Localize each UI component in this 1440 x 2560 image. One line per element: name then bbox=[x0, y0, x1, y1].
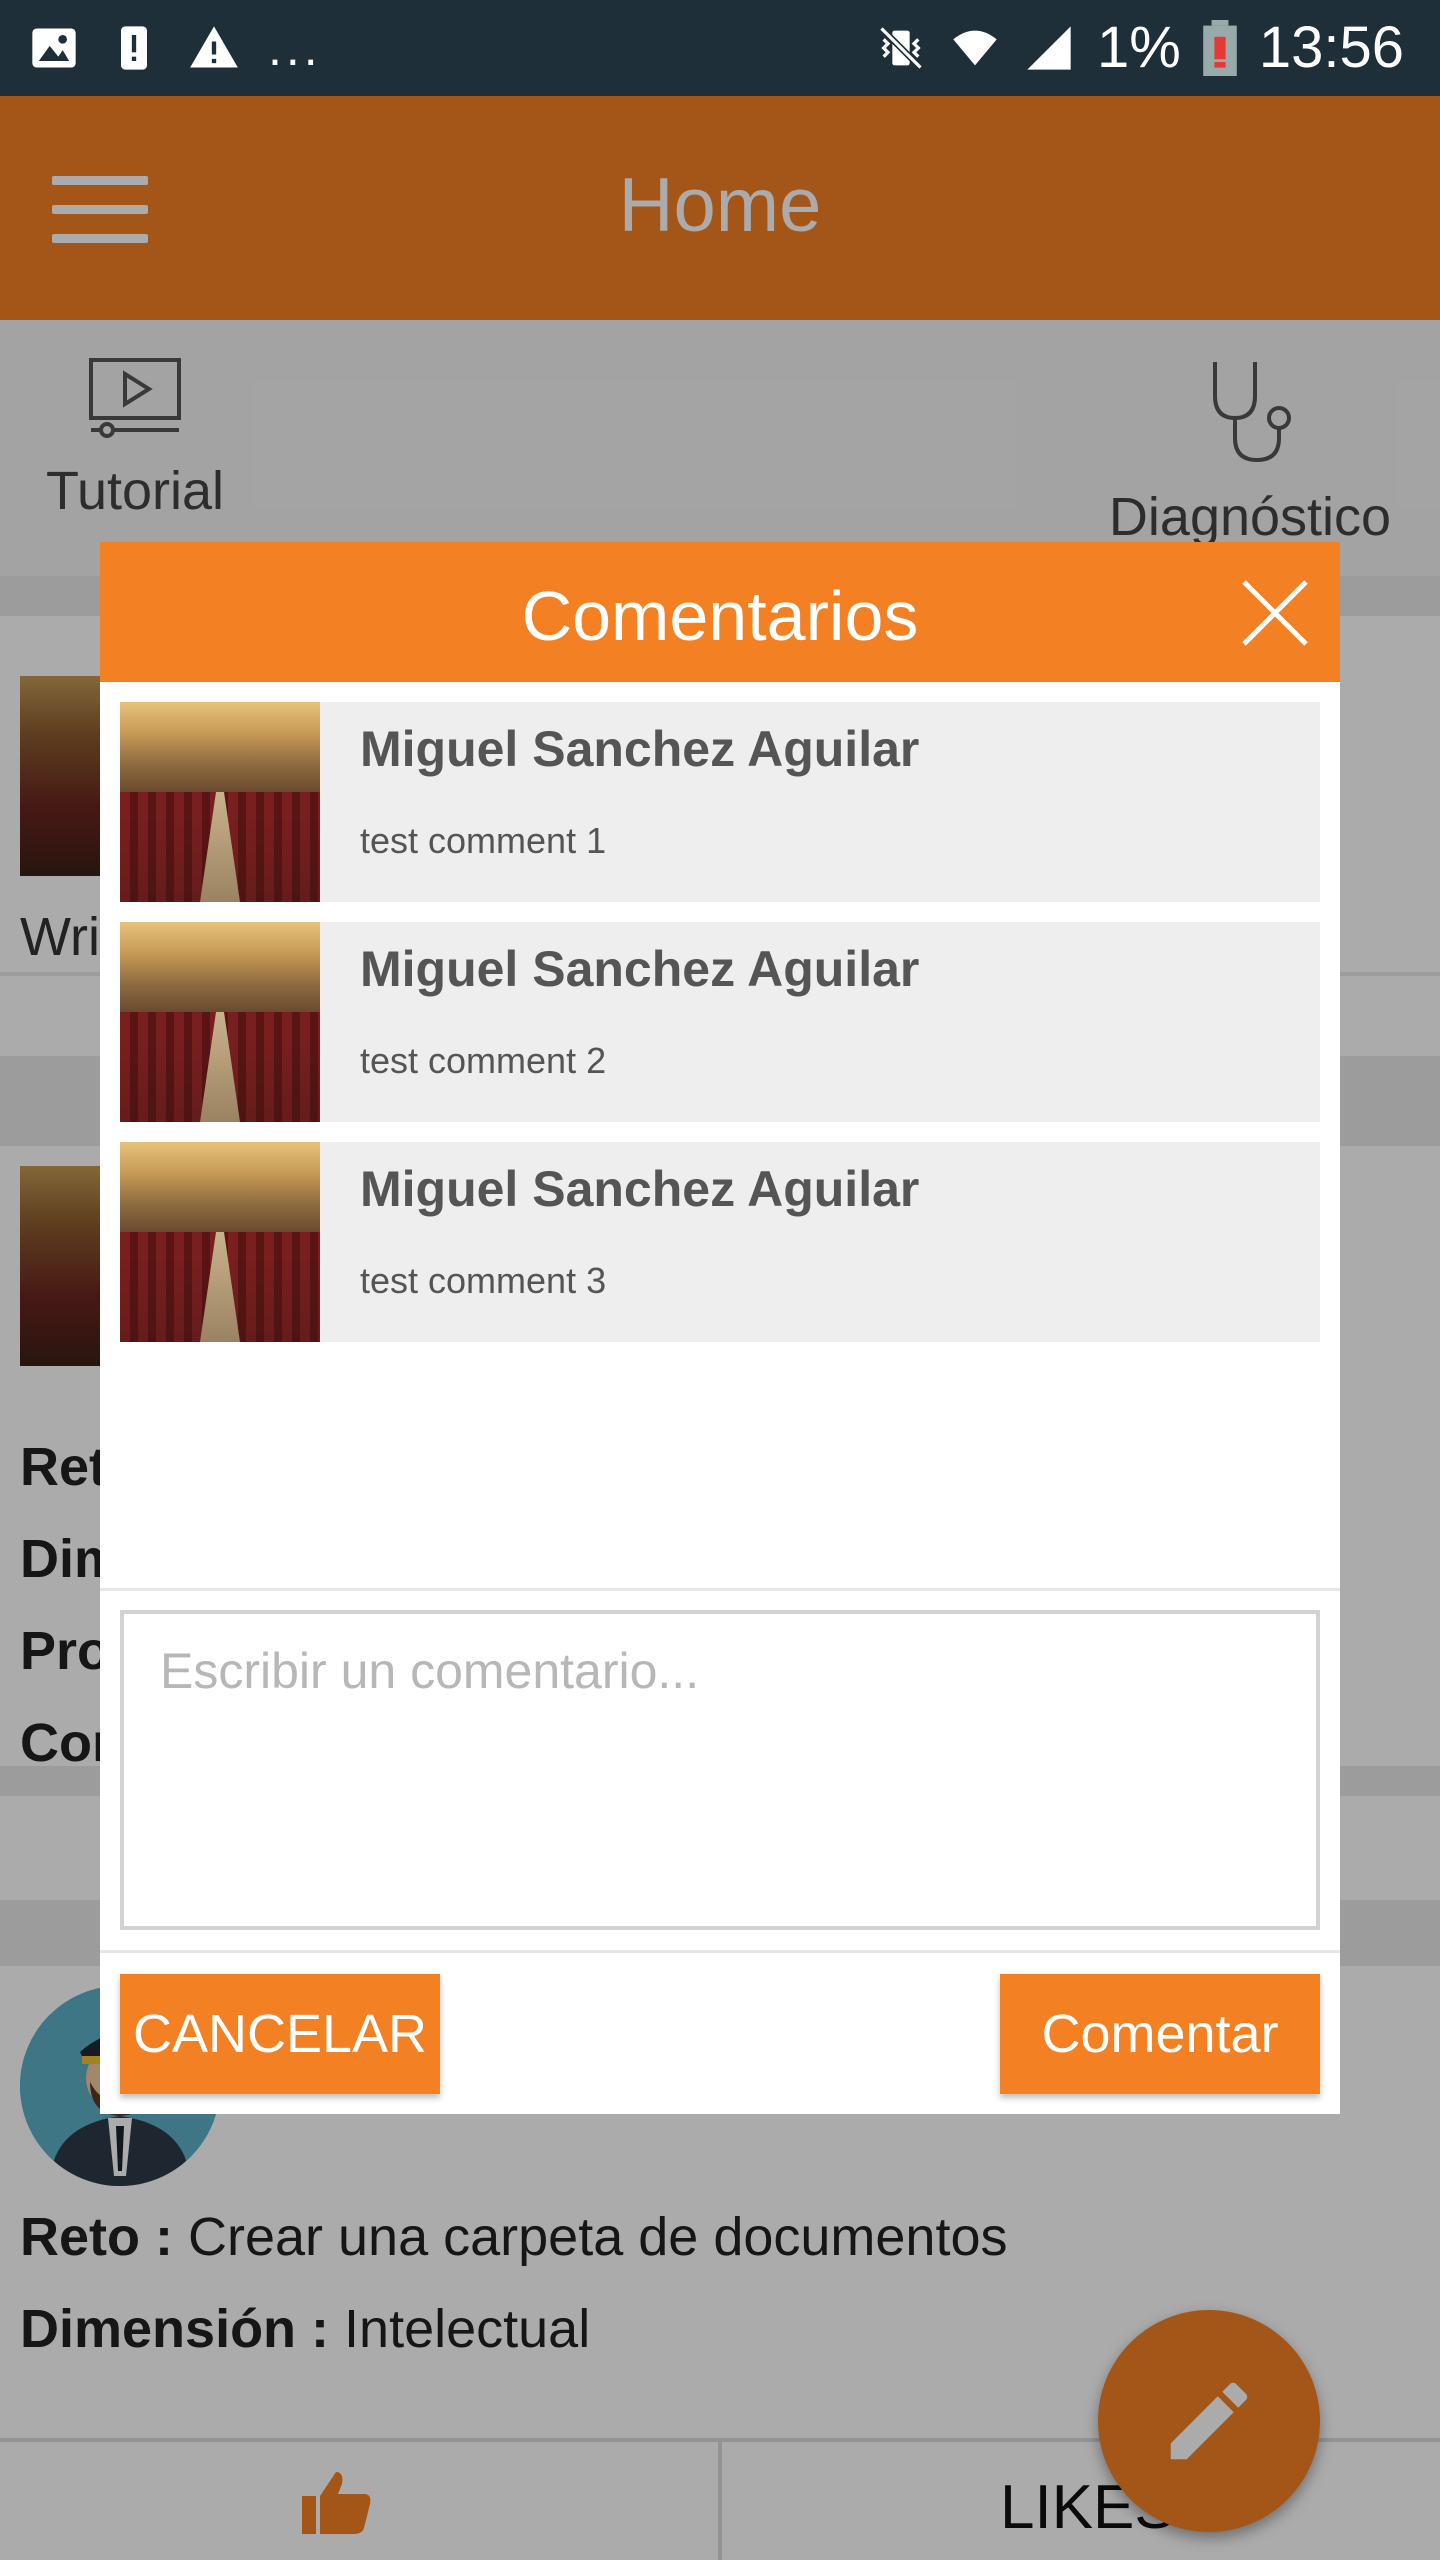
comment-item: Miguel Sanchez Aguilar test comment 2 bbox=[120, 922, 1320, 1122]
warning-icon bbox=[190, 26, 238, 68]
comment-list: Miguel Sanchez Aguilar test comment 1 Mi… bbox=[120, 702, 1320, 1362]
comment-avatar bbox=[120, 1142, 320, 1342]
signal-icon bbox=[1027, 25, 1071, 70]
comment-item: Miguel Sanchez Aguilar test comment 3 bbox=[120, 1142, 1320, 1342]
comment-item: Miguel Sanchez Aguilar test comment 1 bbox=[120, 702, 1320, 902]
comment-author: Miguel Sanchez Aguilar bbox=[360, 721, 920, 777]
cancel-button[interactable]: CANCELAR bbox=[120, 1974, 440, 2094]
comment-text: test comment 1 bbox=[360, 820, 607, 861]
alert-icon bbox=[121, 26, 147, 70]
comment-text: test comment 2 bbox=[360, 1040, 607, 1081]
vibrate-off-icon bbox=[879, 25, 923, 70]
comment-author: Miguel Sanchez Aguilar bbox=[360, 941, 920, 997]
close-icon[interactable] bbox=[1240, 578, 1310, 648]
image-icon bbox=[32, 28, 76, 68]
comment-author: Miguel Sanchez Aguilar bbox=[360, 1161, 920, 1217]
divider bbox=[100, 1588, 1340, 1591]
status-bar: ... 1% 13:56 bbox=[0, 0, 1440, 96]
battery-low-icon bbox=[1203, 19, 1237, 76]
comment-avatar bbox=[120, 702, 320, 902]
comment-text: test comment 3 bbox=[360, 1260, 607, 1301]
wifi-icon bbox=[953, 30, 997, 65]
clock: 13:56 bbox=[1258, 15, 1404, 80]
comments-dialog: Comentarios Miguel Sanchez Aguilar test … bbox=[100, 542, 1340, 2114]
dialog-title: Comentarios bbox=[521, 577, 919, 655]
battery-percent: 1% bbox=[1097, 15, 1181, 80]
comment-avatar bbox=[120, 922, 320, 1122]
notification-overflow: ... bbox=[268, 20, 322, 76]
comment-input[interactable] bbox=[120, 1610, 1320, 1930]
submit-comment-button[interactable]: Comentar bbox=[1000, 1974, 1320, 2094]
divider bbox=[100, 1950, 1340, 1953]
dialog-header: Comentarios bbox=[100, 542, 1340, 682]
